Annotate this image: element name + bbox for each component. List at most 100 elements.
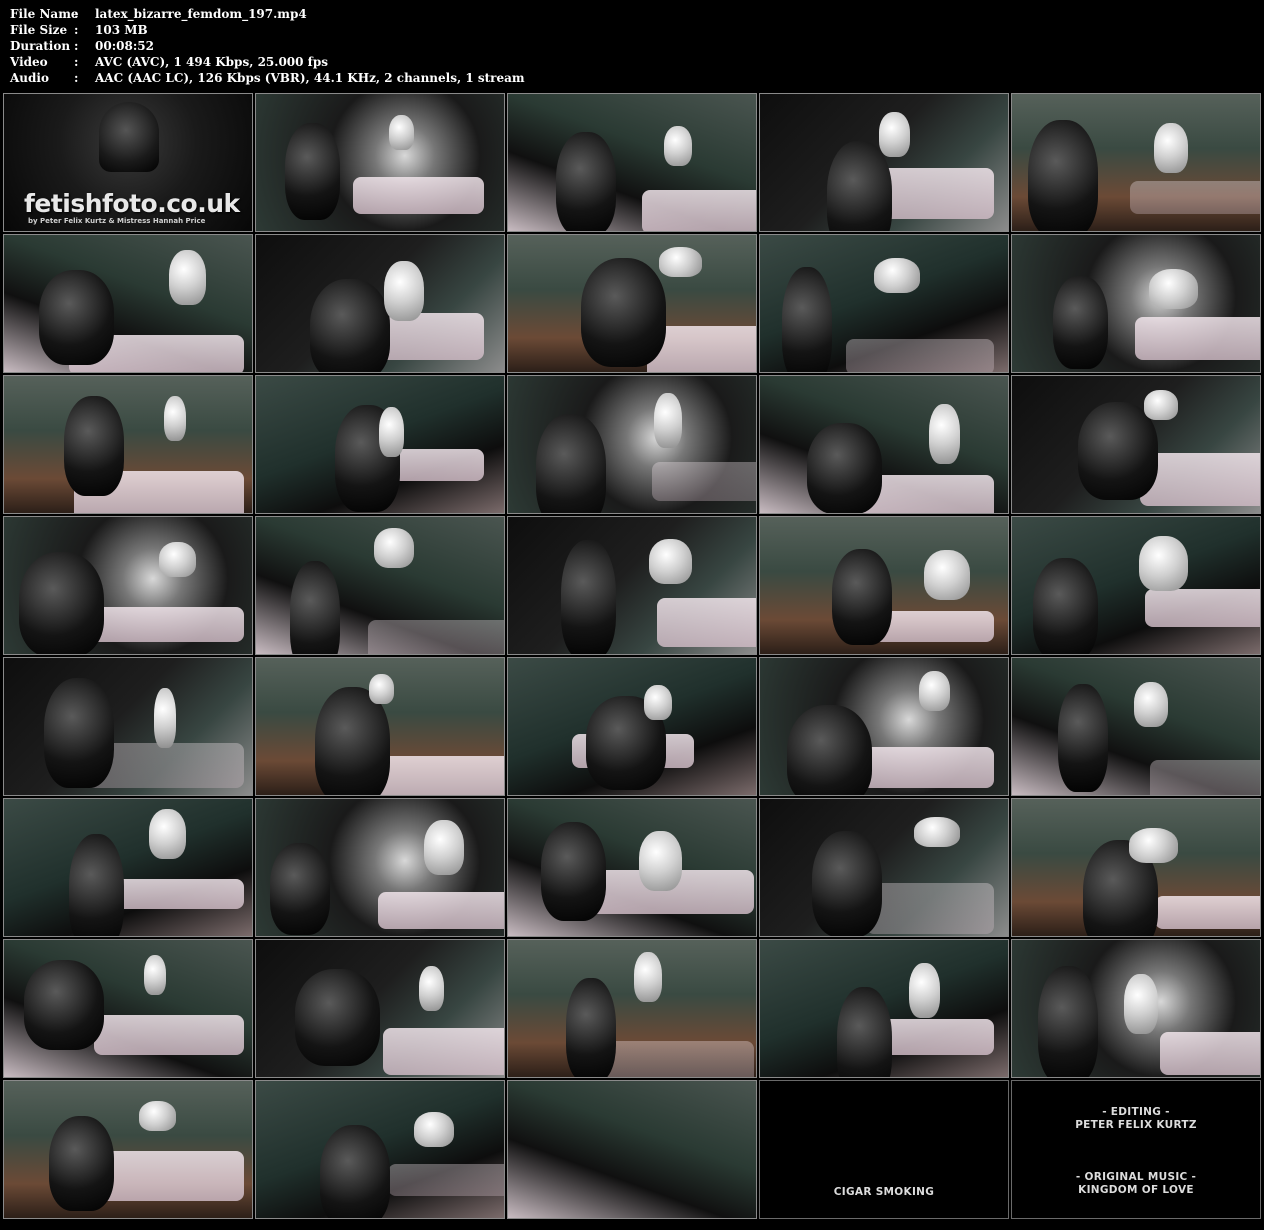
figure-shape: [832, 549, 892, 645]
figure-shape: [24, 960, 104, 1050]
sofa-shape: [1130, 181, 1260, 214]
sofa-shape: [866, 883, 994, 934]
info-value: AVC (AVC), 1 494 Kbps, 25.000 fps: [95, 55, 328, 69]
info-row-video: Video : AVC (AVC), 1 494 Kbps, 25.000 fp…: [10, 54, 710, 70]
figure-mask-shape: [914, 817, 960, 847]
video-thumbnail: [759, 516, 1009, 655]
figure-shape: [44, 678, 114, 788]
figure-shape: [581, 258, 666, 367]
video-thumbnail: [1011, 798, 1261, 937]
video-thumbnail: [759, 234, 1009, 373]
info-key: Video: [10, 55, 48, 69]
sofa-shape: [1135, 317, 1260, 360]
info-value: 00:08:52: [95, 39, 154, 53]
figure-mask-shape: [369, 674, 394, 704]
figure-shape: [19, 552, 104, 654]
figure-mask-shape: [169, 250, 206, 305]
figure-mask-shape: [1129, 828, 1178, 863]
figure-mask-shape: [664, 126, 692, 166]
figure-mask-shape: [909, 963, 940, 1018]
figure-shape: [827, 141, 892, 231]
sofa-shape: [353, 177, 484, 214]
info-separator: :: [74, 55, 79, 69]
credit-title: CIGAR SMOKING: [833, 1186, 935, 1198]
sofa-shape: [861, 747, 994, 788]
figure-mask-shape: [879, 112, 910, 157]
figure-shape: [39, 270, 114, 365]
figure-shape: [566, 978, 616, 1077]
figure-shape: [1038, 966, 1098, 1077]
video-thumbnail: [3, 234, 253, 373]
video-thumbnail: [3, 1080, 253, 1219]
video-thumbnail: [255, 939, 505, 1078]
video-thumbnail: [255, 234, 505, 373]
sofa-shape: [1155, 896, 1260, 929]
video-thumbnail: [255, 93, 505, 232]
figure-shape: [1033, 558, 1098, 654]
figure-shape: [837, 987, 892, 1077]
video-thumbnail: [1011, 375, 1261, 514]
figure-mask-shape: [144, 955, 166, 995]
video-thumbnail: [3, 516, 253, 655]
figure-mask-shape: [379, 407, 404, 457]
file-info-panel: File Name : latex_bizarre_femdom_197.mp4…: [10, 6, 710, 86]
figure-mask-shape: [1134, 682, 1168, 727]
figure-mask-shape: [639, 831, 682, 891]
video-thumbnail: [3, 657, 253, 796]
video-thumbnail: [759, 939, 1009, 1078]
figure-mask-shape: [919, 671, 950, 711]
figure-mask-shape: [159, 542, 196, 577]
figure-shape: [285, 123, 340, 220]
figure-mask-shape: [414, 1112, 454, 1147]
credit-music-name: KINGDOM OF LOVE: [1078, 1184, 1194, 1196]
figure-mask-shape: [389, 115, 414, 150]
figure-mask-shape: [164, 396, 186, 441]
thumbnail-logo-frame: fetishfoto.co.uk by Peter Felix Kurtz & …: [3, 93, 253, 232]
figure-shape: [787, 705, 872, 795]
figure-mask-shape: [634, 952, 662, 1002]
info-value: 103 MB: [95, 23, 148, 37]
video-thumbnail: [1011, 234, 1261, 373]
info-value: AAC (AAC LC), 126 Kbps (VBR), 44.1 KHz, …: [95, 71, 525, 85]
video-thumbnail: [255, 375, 505, 514]
figure-shape: [782, 267, 832, 372]
figure-mask-shape: [929, 404, 960, 464]
figure-shape: [541, 822, 606, 921]
info-key: File Name: [10, 7, 79, 21]
figure-mask-shape: [659, 247, 702, 277]
credit-music-label: - ORIGINAL MUSIC -: [1075, 1171, 1197, 1183]
figure-shape: [807, 423, 882, 513]
sofa-shape: [642, 190, 756, 231]
info-key: Duration: [10, 39, 71, 53]
thumbnail-grid: fetishfoto.co.uk by Peter Felix Kurtz & …: [3, 93, 1261, 1228]
figure-shape: [320, 1125, 390, 1218]
credit-frame-editing: - EDITING - PETER FELIX KURTZ - ORIGINAL M…: [1011, 1080, 1261, 1219]
figure-shape: [270, 843, 330, 935]
figure-mask-shape: [1149, 269, 1198, 309]
info-row-duration: Duration : 00:08:52: [10, 38, 710, 54]
video-thumbnail: [1011, 939, 1261, 1078]
video-thumbnail: [759, 798, 1009, 937]
video-thumbnail: [255, 1080, 505, 1219]
figure-mask-shape: [1144, 390, 1178, 420]
figure-mask-shape: [424, 820, 464, 875]
info-row-file-name: File Name : latex_bizarre_femdom_197.mp4: [10, 6, 710, 22]
video-thumbnail: [3, 798, 253, 937]
sofa-shape: [373, 756, 504, 795]
figure-mask-shape: [384, 261, 424, 321]
sofa-shape: [1160, 1032, 1260, 1075]
video-thumbnail: [1011, 516, 1261, 655]
video-thumbnail: [759, 375, 1009, 514]
figure-shape: [1058, 684, 1108, 792]
info-key: File Size: [10, 23, 68, 37]
figure-mask-shape: [1139, 536, 1188, 591]
figure-shape: [295, 969, 380, 1066]
video-thumbnail: [1011, 657, 1261, 796]
info-separator: :: [74, 7, 79, 21]
figure-shape: [556, 132, 616, 231]
figure-shape: [1078, 402, 1158, 500]
credit-editing-name: PETER FELIX KURTZ: [1075, 1119, 1197, 1131]
figure-mask-shape: [1124, 974, 1158, 1034]
sofa-shape: [652, 462, 756, 501]
figure-shape: [64, 396, 124, 496]
